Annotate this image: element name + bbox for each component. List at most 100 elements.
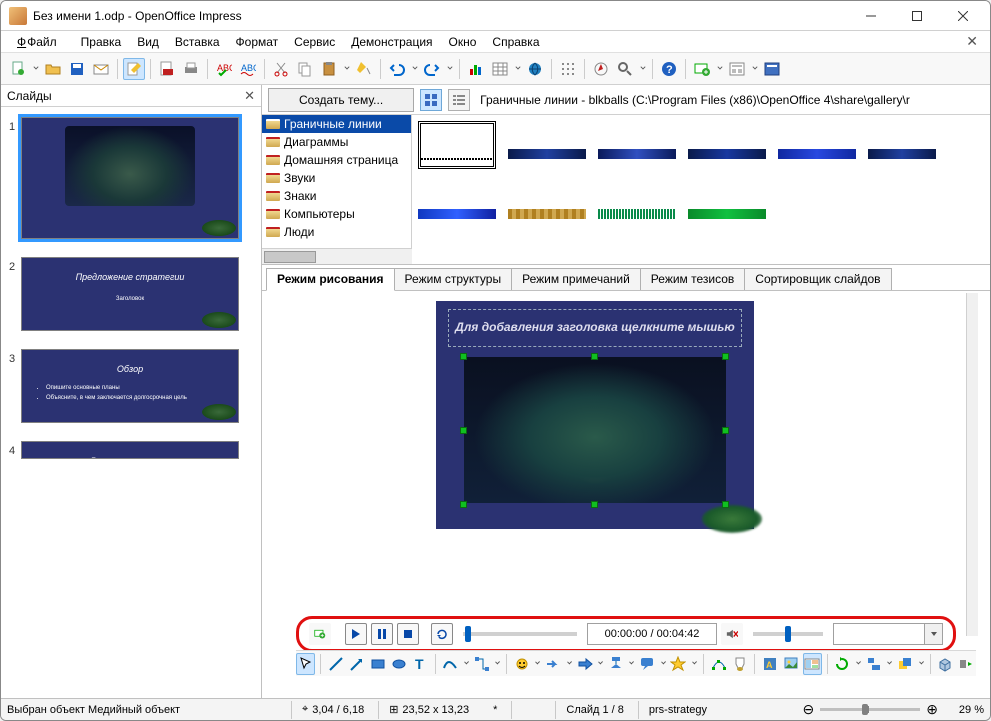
cut-button[interactable]	[270, 58, 292, 80]
vertical-scrollbar[interactable]	[966, 293, 978, 636]
menu-insert[interactable]: Вставка	[167, 33, 228, 51]
new-doc-dropdown[interactable]	[33, 64, 38, 69]
pause-button[interactable]	[371, 623, 393, 645]
zoom-out-button[interactable]: ⊖	[803, 701, 815, 718]
gallery-cat-sounds[interactable]: Звуки	[262, 169, 411, 187]
resize-handle[interactable]	[460, 501, 467, 508]
fontwork-tool[interactable]: A	[760, 653, 779, 675]
new-slide-button[interactable]	[691, 58, 713, 80]
tab-notes[interactable]: Режим примечаний	[511, 268, 641, 290]
tab-outline[interactable]: Режим структуры	[394, 268, 513, 290]
zoom-dropdown[interactable]	[640, 64, 645, 69]
rect-tool[interactable]	[368, 653, 387, 675]
paste-button[interactable]	[318, 58, 340, 80]
points-tool[interactable]	[709, 653, 728, 675]
help-button[interactable]: ?	[658, 58, 680, 80]
layout-dropdown[interactable]	[752, 64, 757, 69]
table-dropdown[interactable]	[515, 64, 520, 69]
new-doc-button[interactable]	[7, 58, 29, 80]
redo-dropdown[interactable]	[447, 64, 452, 69]
arrange-tool[interactable]	[895, 653, 914, 675]
rotate-tool[interactable]	[833, 653, 852, 675]
spellcheck-button[interactable]: ABC	[213, 58, 235, 80]
resize-handle[interactable]	[591, 353, 598, 360]
doc-close-button[interactable]: ✕	[962, 33, 982, 50]
select-tool[interactable]	[296, 653, 315, 675]
zoom-in-button[interactable]: ⊕	[926, 701, 938, 718]
new-slide-dropdown[interactable]	[717, 64, 722, 69]
layout-button[interactable]	[726, 58, 748, 80]
resize-handle[interactable]	[460, 427, 467, 434]
gallery-cat-signs[interactable]: Знаки	[262, 187, 411, 205]
edit-mode-button[interactable]	[123, 58, 145, 80]
open-button[interactable]	[42, 58, 64, 80]
stop-button[interactable]	[397, 623, 419, 645]
menu-file[interactable]: ФФайл	[9, 33, 73, 51]
slide-thumb-1[interactable]: 1	[9, 117, 253, 239]
save-button[interactable]	[66, 58, 88, 80]
curve-tool[interactable]	[441, 653, 460, 675]
menu-format[interactable]: Формат	[228, 33, 287, 51]
flowchart-tool[interactable]	[606, 653, 625, 675]
resize-handle[interactable]	[722, 427, 729, 434]
play-button[interactable]	[345, 623, 367, 645]
slide-design-button[interactable]	[761, 58, 783, 80]
minimize-button[interactable]	[848, 1, 894, 31]
chart-button[interactable]	[465, 58, 487, 80]
redo-button[interactable]	[421, 58, 443, 80]
insert-media-button[interactable]	[309, 623, 331, 645]
from-file-tool[interactable]	[781, 653, 800, 675]
seek-slider[interactable]	[463, 632, 577, 636]
table-button[interactable]	[489, 58, 511, 80]
create-theme-button[interactable]: Создать тему...	[268, 88, 414, 112]
navigator-button[interactable]	[590, 58, 612, 80]
title-placeholder[interactable]: Для добавления заголовка щелкните мышью	[448, 309, 742, 347]
media-object[interactable]	[464, 357, 726, 503]
gallery-item[interactable]	[778, 149, 856, 159]
resize-handle[interactable]	[722, 353, 729, 360]
slide-thumb-4[interactable]: 4 Долгосрочная цель	[9, 441, 253, 459]
print-button[interactable]	[180, 58, 202, 80]
slides-panel-close[interactable]: ✕	[244, 88, 255, 104]
callout-tool[interactable]	[638, 653, 657, 675]
glue-tool[interactable]	[730, 653, 749, 675]
volume-slider[interactable]	[753, 632, 823, 636]
tab-sorter[interactable]: Сортировщик слайдов	[744, 268, 891, 290]
slide-thumb-2[interactable]: 2 Предложение стратегииЗаголовок	[9, 257, 253, 331]
connector-tool[interactable]	[472, 653, 491, 675]
menu-view[interactable]: Вид	[129, 33, 167, 51]
maximize-button[interactable]	[894, 1, 940, 31]
gallery-item[interactable]	[508, 149, 586, 159]
text-tool[interactable]: T	[411, 653, 430, 675]
align-tool[interactable]	[864, 653, 883, 675]
gallery-cat-scrollbar[interactable]	[262, 248, 412, 264]
basic-shapes-tool[interactable]	[512, 653, 531, 675]
menu-show[interactable]: Демонстрация	[343, 33, 440, 51]
menu-help[interactable]: Справка	[484, 33, 547, 51]
undo-dropdown[interactable]	[412, 64, 417, 69]
slide-thumb-3[interactable]: 3 ОбзорОпишите основные планыОбъясните, …	[9, 349, 253, 423]
star-tool[interactable]	[669, 653, 688, 675]
extrusion-tool[interactable]	[936, 653, 955, 675]
gallery-item[interactable]	[598, 209, 676, 219]
menu-window[interactable]: Окно	[441, 33, 485, 51]
symbol-shapes-tool[interactable]	[544, 653, 563, 675]
gallery-item[interactable]	[868, 149, 936, 159]
autospell-button[interactable]: ABC	[237, 58, 259, 80]
loop-button[interactable]	[431, 623, 453, 645]
menu-tools[interactable]: Сервис	[286, 33, 343, 51]
zoom-slider[interactable]	[820, 708, 920, 711]
tab-handout[interactable]: Режим тезисов	[640, 268, 746, 290]
toggle-tool[interactable]	[957, 653, 976, 675]
tab-drawing[interactable]: Режим рисования	[266, 268, 395, 291]
gallery-cat-borders[interactable]: Граничные линии	[262, 115, 411, 133]
gallery-item[interactable]	[418, 121, 496, 169]
gallery-item[interactable]	[598, 149, 676, 159]
gallery-cat-people[interactable]: Люди	[262, 223, 411, 241]
gallery-item[interactable]	[688, 209, 766, 219]
menu-edit[interactable]: Правка	[73, 33, 130, 51]
resize-handle[interactable]	[591, 501, 598, 508]
arrow-line-tool[interactable]	[347, 653, 366, 675]
copy-button[interactable]	[294, 58, 316, 80]
paste-dropdown[interactable]	[344, 64, 349, 69]
